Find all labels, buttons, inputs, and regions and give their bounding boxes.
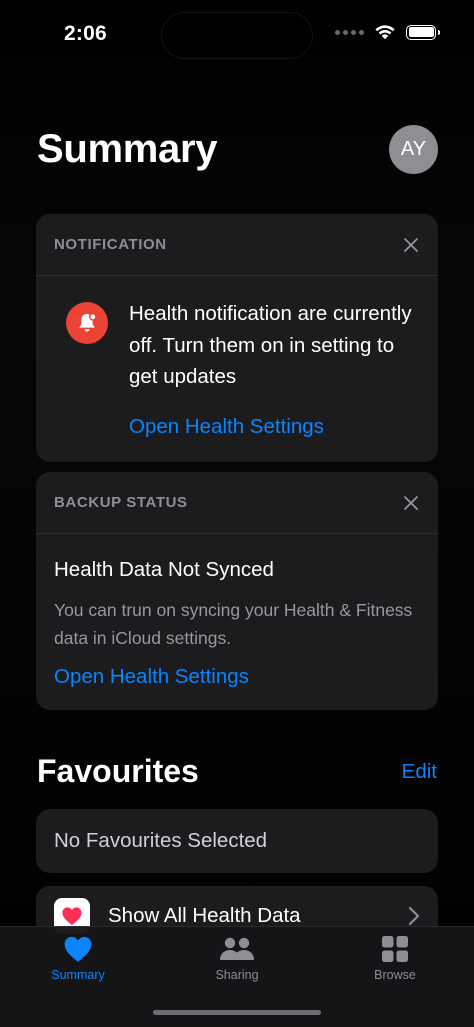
tab-summary[interactable]: Summary [18, 935, 138, 982]
notification-card-title: NOTIFICATION [54, 236, 167, 253]
bell-badge [66, 302, 108, 344]
bell-icon [79, 313, 97, 332]
notification-message: Health notification are currently off. T… [129, 302, 412, 388]
close-icon[interactable] [402, 236, 420, 254]
close-icon[interactable] [402, 494, 420, 512]
backup-status-card: BACKUP STATUS Health Data Not Synced You… [36, 472, 438, 710]
health-app-screen: 2:06 Summary AY NOTIFICATION Health noti… [0, 0, 474, 1027]
favourites-title: Favourites [37, 753, 199, 789]
tab-sharing[interactable]: Sharing [177, 935, 297, 982]
open-health-settings-link[interactable]: Open Health Settings [129, 415, 324, 439]
battery-icon [406, 24, 440, 40]
chevron-right-icon [408, 906, 420, 926]
home-indicator [153, 1010, 321, 1015]
backup-card-title: BACKUP STATUS [54, 494, 188, 511]
tab-summary-label: Summary [51, 968, 105, 982]
tab-browse[interactable]: Browse [335, 935, 455, 982]
tab-sharing-label: Sharing [215, 968, 259, 982]
backup-card-body: Health Data Not Synced You can trun on s… [36, 534, 438, 710]
avatar[interactable]: AY [389, 125, 438, 174]
grid-icon [382, 936, 408, 962]
wifi-icon [375, 25, 395, 40]
edit-favourites-button[interactable]: Edit [402, 760, 437, 784]
tab-browse-label: Browse [374, 968, 416, 982]
open-health-settings-link[interactable]: Open Health Settings [54, 665, 249, 689]
show-all-health-data-label: Show All Health Data [108, 904, 301, 927]
page-title: Summary [37, 127, 218, 171]
backup-card-header: BACKUP STATUS [36, 472, 438, 534]
dynamic-island [162, 13, 312, 58]
notification-card-body: Health notification are currently off. T… [36, 276, 438, 462]
backup-status-description: You can trun on syncing your Health & Fi… [54, 600, 413, 648]
status-bar: 2:06 [0, 0, 474, 60]
notification-card-header: NOTIFICATION [36, 214, 438, 276]
status-time: 2:06 [64, 22, 107, 45]
heart-icon [64, 936, 92, 962]
status-icons [335, 24, 440, 40]
no-favourites-card: No Favourites Selected [36, 809, 438, 873]
backup-status-title: Health Data Not Synced [54, 558, 274, 581]
cellular-signal-icon [335, 29, 364, 35]
notification-card: NOTIFICATION Health notification are cur… [36, 214, 438, 462]
people-icon [220, 937, 254, 960]
